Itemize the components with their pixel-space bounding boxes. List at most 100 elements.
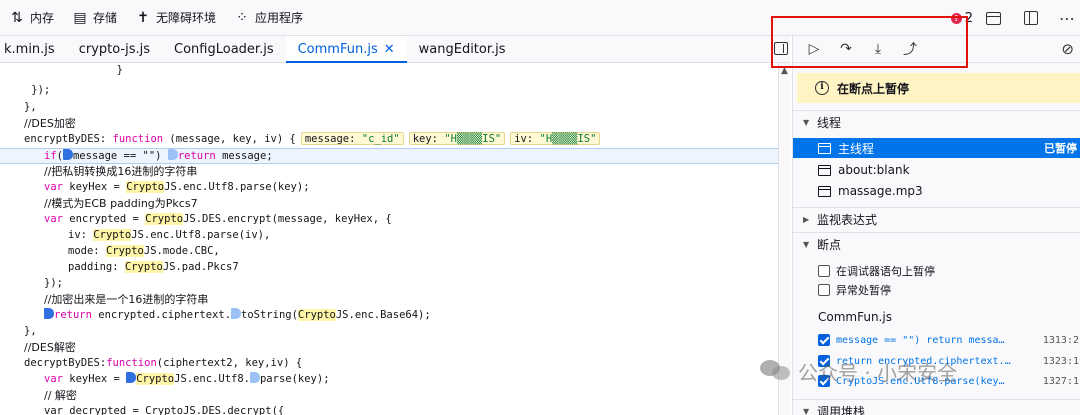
breakpoint-text: message == "") return messa… <box>836 334 1005 346</box>
column-breakpoint-icon[interactable] <box>167 149 178 160</box>
source-tabs: k.min.js crypto-js.js ConfigLoader.js Co… <box>0 36 790 63</box>
source-tab[interactable]: k.min.js <box>0 36 67 62</box>
breakpoint-file-label: CommFun.js <box>818 310 892 324</box>
split-console-button[interactable] <box>983 8 1003 28</box>
code-line: } <box>66 64 123 76</box>
close-icon[interactable]: ✕ <box>384 42 395 57</box>
source-tab-active[interactable]: CommFun.js ✕ <box>285 36 407 63</box>
breakpoint-checkbox[interactable] <box>818 355 830 367</box>
window-icon <box>818 185 831 197</box>
debugger-sidebar: ▷ ↷ ⤓ ⤴ ⊘ i 在断点上暂停 ▼ 线程 主线程 已暂停 about:bl… <box>792 36 1080 415</box>
pause-on-debugger-label: 在调试器语句上暂停 <box>836 264 935 278</box>
breakpoint-location: 1327:1 <box>1042 375 1079 387</box>
pause-on-debugger-checkbox[interactable] <box>818 264 830 277</box>
thread-paused-tag: 已暂停 <box>1044 142 1077 155</box>
threads-header[interactable]: ▼ 线程 <box>793 110 1080 134</box>
dock-button[interactable] <box>1021 8 1041 28</box>
breakpoint-text: CryptoJS.enc.Utf8.parse(key… <box>836 375 1005 387</box>
thread-about-blank[interactable]: about:blank <box>793 160 1080 180</box>
column-breakpoint-icon[interactable] <box>44 308 54 319</box>
source-tab-label: crypto-js.js <box>78 41 151 57</box>
pause-on-exceptions-checkbox[interactable] <box>818 283 830 296</box>
breakpoint-item[interactable]: CryptoJS.enc.Utf8.parse(key… 1327:1 <box>793 371 1080 391</box>
tab-memory-label: 内存 <box>30 11 55 25</box>
source-tab[interactable]: crypto-js.js <box>67 36 162 62</box>
inline-preview-iv: iv: "H▒▒▒▒IS" <box>510 132 601 145</box>
code-line: decryptByDES:function(ciphertext2, key,i… <box>24 357 303 369</box>
tab-accessibility-label: 无障碍环境 <box>156 11 217 25</box>
breakpoint-item[interactable]: return encrypted.ciphertext.… 1323:1 <box>793 351 1080 371</box>
thread-label: massage.mp3 <box>838 184 923 198</box>
code-line: //DES加密 <box>24 117 76 130</box>
tab-memory[interactable]: ⇅ 内存 <box>0 0 63 36</box>
breakpoints-header[interactable]: ▼ 断点 <box>793 232 1080 256</box>
thread-massage[interactable]: massage.mp3 <box>793 181 1080 201</box>
code-line: //加密出来是一个16进制的字符串 <box>44 293 209 306</box>
thread-main[interactable]: 主线程 已暂停 <box>793 138 1080 158</box>
code-line: return encrypted.ciphertext. toString(Cry… <box>0 308 778 324</box>
code-line: }, <box>24 101 37 113</box>
expanded-triangle-icon: ▼ <box>803 407 810 415</box>
breakpoint-item[interactable]: message == "") return messa… 1313:2 <box>793 330 1080 350</box>
code-line: //DES解密 <box>24 341 76 354</box>
code-line: //模式为ECB padding为Pkcs7 <box>44 197 198 210</box>
column-breakpoint-icon[interactable] <box>231 308 242 319</box>
tab-application[interactable]: ⁘ 应用程序 <box>225 0 312 36</box>
editor-scrollbar[interactable]: ▲ <box>778 63 791 415</box>
code-line: }); <box>44 277 63 289</box>
breakpoint-text: return encrypted.ciphertext.… <box>836 355 1011 367</box>
code-line: mode: CryptoJS.mode.CBC, <box>68 245 220 257</box>
source-tab[interactable]: wangEditor.js <box>407 36 518 62</box>
expanded-triangle-icon: ▼ <box>803 240 810 249</box>
pause-on-debugger-row[interactable]: 在调试器语句上暂停 <box>793 261 1080 280</box>
thread-label: about:blank <box>838 163 910 177</box>
callstack-label: 调用堆栈 <box>817 405 866 415</box>
highlight-annotation <box>771 16 968 68</box>
source-tab-label: CommFun.js <box>297 41 378 57</box>
tab-accessibility[interactable]: ✝ 无障碍环境 <box>126 0 225 36</box>
source-tab-label: wangEditor.js <box>418 41 506 57</box>
watch-header[interactable]: ▶ 监视表达式 <box>793 207 1080 231</box>
breakpoint-location: 1313:2 <box>1042 334 1079 346</box>
breakpoint-file[interactable]: CommFun.js <box>793 306 1080 328</box>
code-line: encryptByDES: function (message, key, iv… <box>0 132 778 148</box>
breakpoints-label: 断点 <box>817 238 842 252</box>
column-breakpoint-icon[interactable] <box>62 149 73 160</box>
code-line: }, <box>24 325 37 337</box>
breakpoint-checkbox[interactable] <box>818 375 830 387</box>
inline-preview-message: message: "c_id" <box>300 132 404 145</box>
column-breakpoint-icon[interactable] <box>249 372 260 383</box>
paused-label: 在断点上暂停 <box>837 81 910 96</box>
deactivate-breakpoints-icon[interactable]: ⊘ <box>1061 40 1074 58</box>
breakpoint-checkbox[interactable] <box>818 334 830 346</box>
tab-storage[interactable]: ▤ 存储 <box>63 0 126 36</box>
code-line: // 解密 <box>44 389 77 402</box>
column-breakpoint-icon[interactable] <box>126 372 137 383</box>
pause-on-exceptions-row[interactable]: 异常处暂停 <box>793 280 1080 299</box>
code-line: var keyHex = CryptoJS.enc.Utf8.parse(key… <box>44 181 310 193</box>
expanded-triangle-icon: ▼ <box>803 118 810 127</box>
threads-label: 线程 <box>817 116 842 130</box>
paused-banner: i 在断点上暂停 <box>797 73 1080 103</box>
source-tab-label: k.min.js <box>4 41 55 57</box>
memory-icon: ⇅ <box>11 9 23 26</box>
toolbar-right: ! 2 ⋯ <box>950 0 1080 36</box>
paused-code-line: if(message == "") return message; <box>0 148 778 164</box>
more-icon[interactable]: ⋯ <box>1059 9 1076 28</box>
source-tab[interactable]: ConfigLoader.js <box>162 36 286 62</box>
pause-on-exceptions-label: 异常处暂停 <box>836 283 891 297</box>
code-editor[interactable]: } }); }, //DES加密 encryptByDES: function … <box>0 63 778 415</box>
code-line: var encrypted = CryptoJS.DES.encrypt(mes… <box>44 213 392 225</box>
code-line: var keyHex = CryptoJS.enc.Utf8.parse(key… <box>44 372 330 385</box>
code-line: var decrypted = CryptoJS.DES.decrypt({ <box>44 405 285 415</box>
code-line: }); <box>6 84 51 96</box>
storage-icon: ▤ <box>73 9 87 26</box>
tab-application-label: 应用程序 <box>255 11 304 25</box>
breakpoint-location: 1323:1 <box>1042 355 1079 367</box>
source-tab-label: ConfigLoader.js <box>174 41 274 57</box>
collapsed-triangle-icon: ▶ <box>803 215 810 224</box>
code-line: //把私钥转换成16进制的字符串 <box>44 165 198 178</box>
callstack-header[interactable]: ▼ 调用堆栈 <box>793 399 1080 415</box>
code-line: iv: CryptoJS.enc.Utf8.parse(iv), <box>68 229 271 241</box>
inline-preview-key: key: "H▒▒▒▒IS" <box>408 132 506 145</box>
